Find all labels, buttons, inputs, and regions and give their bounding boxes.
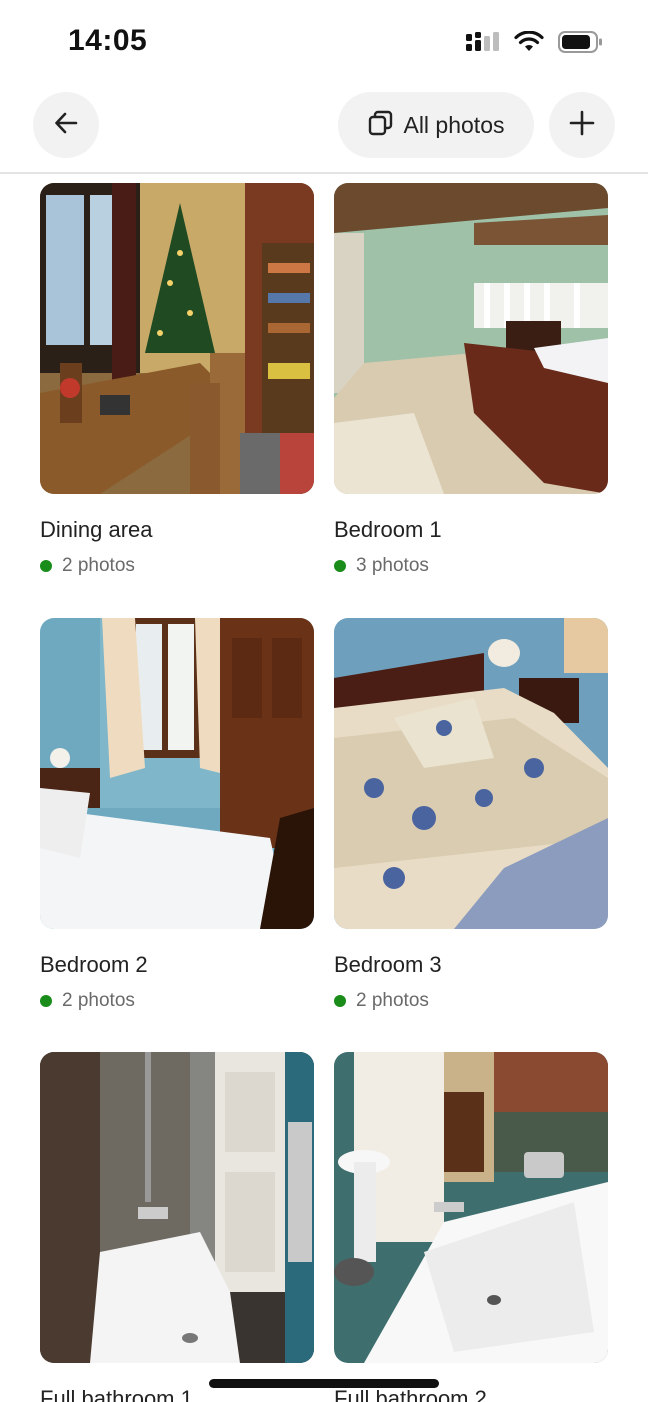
- photo-count: 3 photos: [356, 555, 429, 576]
- room-photo: [40, 618, 314, 929]
- room-meta: 2 photos: [40, 990, 135, 1012]
- room-title: Full bathroom 1: [40, 1386, 193, 1402]
- arrow-left-icon: [52, 109, 80, 142]
- battery-icon: [558, 30, 604, 59]
- room-meta: 3 photos: [334, 555, 429, 577]
- room-photo: [40, 1052, 314, 1363]
- status-dot: [334, 560, 346, 572]
- room-title: Bedroom 2: [40, 952, 148, 977]
- room-title: Bedroom 3: [334, 952, 442, 977]
- all-photos-label: All photos: [403, 111, 505, 138]
- top-nav: All photos: [0, 90, 648, 174]
- status-dot: [40, 560, 52, 572]
- room-photo: [40, 183, 314, 494]
- room-title: Bedroom 1: [334, 517, 442, 542]
- status-time: 14:05: [68, 24, 148, 57]
- status-dot: [334, 995, 346, 1007]
- screen: 14:05 All photos Dining area 2 photos Be…: [0, 0, 648, 1402]
- room-photo: [334, 183, 608, 494]
- plus-icon: [568, 109, 596, 142]
- room-card-full-bathroom-1[interactable]: Full bathroom 1: [40, 1052, 314, 1402]
- room-card-bedroom-2[interactable]: Bedroom 2 2 photos: [40, 618, 314, 1011]
- photo-count: 2 photos: [62, 990, 135, 1011]
- room-title: Dining area: [40, 517, 153, 542]
- photo-count: 2 photos: [356, 990, 429, 1011]
- status-icons: [466, 30, 604, 59]
- all-photos-button[interactable]: All photos: [338, 92, 534, 158]
- room-title: Full bathroom 2: [334, 1386, 487, 1402]
- add-button[interactable]: [549, 92, 615, 158]
- photos-stack-icon: [367, 109, 395, 142]
- room-meta: 2 photos: [334, 990, 429, 1012]
- wifi-icon: [514, 30, 544, 58]
- room-meta: 2 photos: [40, 555, 135, 577]
- room-photo: [334, 1052, 608, 1363]
- status-dot: [40, 995, 52, 1007]
- home-indicator[interactable]: [209, 1379, 439, 1388]
- room-card-dining-area[interactable]: Dining area 2 photos: [40, 183, 314, 576]
- room-card-full-bathroom-2[interactable]: Full bathroom 2: [334, 1052, 608, 1402]
- signal-icon: [466, 30, 500, 59]
- photo-count: 2 photos: [62, 555, 135, 576]
- room-photo: [334, 618, 608, 929]
- room-card-bedroom-3[interactable]: Bedroom 3 2 photos: [334, 618, 608, 1011]
- back-button[interactable]: [33, 92, 99, 158]
- status-bar: 14:05: [0, 0, 648, 86]
- room-card-bedroom-1[interactable]: Bedroom 1 3 photos: [334, 183, 608, 576]
